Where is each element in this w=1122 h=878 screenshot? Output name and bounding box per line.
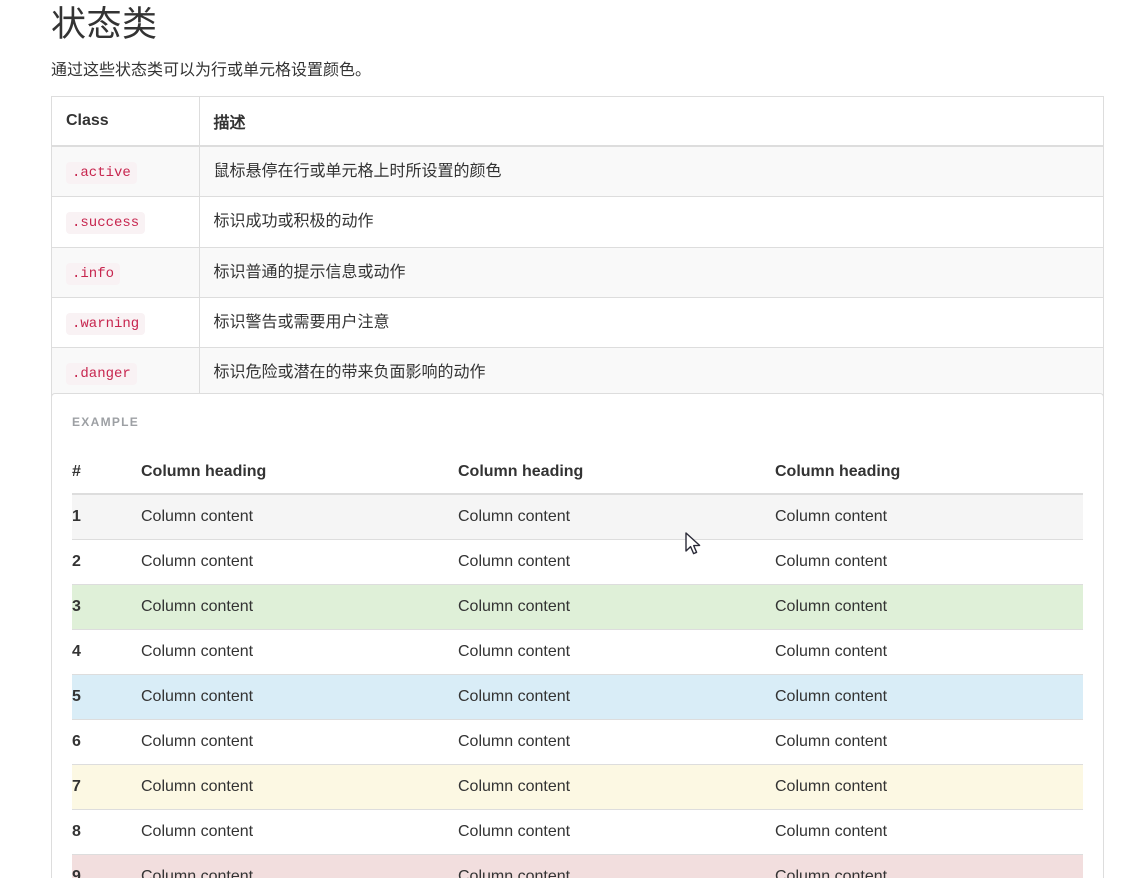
column-header-class: Class <box>52 97 200 147</box>
class-description-cell: 标识成功或积极的动作 <box>213 213 374 231</box>
table-cell: Column content <box>141 853 458 878</box>
column-header-1: Column heading <box>141 453 458 495</box>
example-label: EXAMPLE <box>72 415 140 429</box>
column-header-index: # <box>72 453 141 495</box>
class-name-cell: .danger <box>52 347 200 398</box>
table-row: 6 Column content Column content Column cont… <box>72 718 1083 764</box>
class-code-token: .success <box>66 212 146 235</box>
table-row: 3 Column content Column content Column cont… <box>72 583 1083 629</box>
table-cell: Column content <box>775 494 1083 539</box>
table-cell: Column content <box>458 583 775 629</box>
table-cell: Column content <box>775 718 1083 764</box>
page-subtitle: 通过这些状态类可以为行或单元格设置颜色。 <box>51 62 372 79</box>
row-index-cell: 7 <box>72 763 141 809</box>
table-row: 4 Column content Column content Column cont… <box>72 628 1083 674</box>
table-cell: Column content <box>775 583 1083 629</box>
row-index-cell: 2 <box>72 538 141 584</box>
table-row: 9 Column content Column content Column cont… <box>72 853 1083 878</box>
class-name-cell: .active <box>52 146 200 197</box>
example-table: # Column heading Column heading Column h… <box>72 453 1083 878</box>
class-name-cell: .warning <box>52 297 200 348</box>
row-index-cell: 4 <box>72 628 141 674</box>
row-index-cell: 8 <box>72 808 141 854</box>
table-cell: Column content <box>775 808 1083 854</box>
row-index-cell: 3 <box>72 583 141 629</box>
class-description-cell: 鼠标悬停在行或单元格上时所设置的颜色 <box>213 163 502 181</box>
table-row: 8 Column content Column content Column cont… <box>72 808 1083 854</box>
class-code-token: .danger <box>66 363 137 386</box>
class-description-cell: 标识危险或潜在的带来负面影响的动作 <box>213 364 486 382</box>
page-title: 状态类 <box>51 5 158 44</box>
table-cell: Column content <box>775 673 1083 719</box>
table-cell: Column content <box>141 628 458 674</box>
row-index-cell: 5 <box>72 673 141 719</box>
table-cell: Column content <box>141 673 458 719</box>
column-header-3: Column heading <box>775 453 1083 495</box>
table-row: .warning 标识警告或需要用户注意 <box>52 297 1103 348</box>
table-row: 7 Column content Column content Column cont… <box>72 763 1083 809</box>
table-cell: Column content <box>141 718 458 764</box>
table-row: .info 标识普通的提示信息或动作 <box>52 247 1103 298</box>
table-cell: Column content <box>775 853 1083 878</box>
table-cell: Column content <box>458 628 775 674</box>
table-cell: Column content <box>775 763 1083 809</box>
table-cell: Column content <box>458 763 775 809</box>
status-class-reference-table: Class 描述 .active 鼠标悬停在行或单元格上时所设置的颜色 .succe… <box>51 96 1104 399</box>
documentation-page: 状态类 通过这些状态类可以为行或单元格设置颜色。 Class 描述 .activ… <box>0 0 1122 878</box>
table-cell: Column content <box>141 538 458 584</box>
table-row: .danger 标识危险或潜在的带来负面影响的动作 <box>52 347 1103 398</box>
table-row: .success 标识成功或积极的动作 <box>52 196 1103 248</box>
example-panel: EXAMPLE # Column heading Column heading … <box>51 393 1104 878</box>
table-cell: Column content <box>458 494 775 539</box>
table-row: 2 Column content Column content Column cont… <box>72 538 1083 584</box>
class-description-cell: 标识普通的提示信息或动作 <box>213 263 406 281</box>
table-cell: Column content <box>458 673 775 719</box>
table-cell: Column content <box>141 583 458 629</box>
class-name-cell: .success <box>52 196 200 248</box>
column-header-2: Column heading <box>458 453 775 495</box>
table-header-row: Class 描述 <box>52 97 1103 147</box>
table-cell: Column content <box>141 808 458 854</box>
table-header-row: # Column heading Column heading Column h… <box>72 453 1083 495</box>
table-cell: Column content <box>458 538 775 584</box>
table-cell: Column content <box>458 853 775 878</box>
table-row: 5 Column content Column content Column cont… <box>72 673 1083 719</box>
class-description-cell: 标识警告或需要用户注意 <box>213 313 390 331</box>
row-index-cell: 1 <box>72 494 141 539</box>
class-code-token: .info <box>66 262 121 285</box>
table-cell: Column content <box>775 628 1083 674</box>
row-index-cell: 9 <box>72 853 141 878</box>
class-code-token: .active <box>66 162 137 184</box>
table-cell: Column content <box>141 763 458 809</box>
class-code-token: .warning <box>66 312 146 335</box>
row-index-cell: 6 <box>72 718 141 764</box>
table-cell: Column content <box>458 718 775 764</box>
table-row: .active 鼠标悬停在行或单元格上时所设置的颜色 <box>52 146 1103 197</box>
table-cell: Column content <box>775 538 1083 584</box>
class-name-cell: .info <box>52 247 200 298</box>
table-row: 1 Column content Column content Column cont… <box>72 494 1083 539</box>
column-header-description: 描述 <box>199 97 1103 147</box>
table-cell: Column content <box>458 808 775 854</box>
table-cell: Column content <box>141 494 458 539</box>
